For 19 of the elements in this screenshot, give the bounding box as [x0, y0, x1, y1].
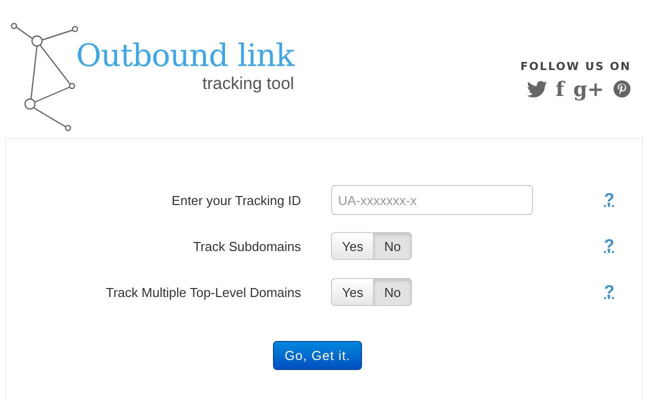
toggle-option[interactable]: No: [374, 278, 412, 306]
social-icon[interactable]: g+: [573, 79, 604, 99]
follow-heading: FOLLOW US ON: [520, 60, 631, 73]
toggle-option[interactable]: Yes: [331, 232, 374, 260]
social-icon[interactable]: f: [556, 79, 564, 99]
help-link[interactable]: ?: [604, 236, 614, 256]
pin-icon[interactable]: [613, 80, 631, 98]
field-label: Track Subdomains: [192, 238, 301, 254]
submit-button[interactable]: Go, Get it.: [272, 341, 362, 370]
help-link[interactable]: ?: [604, 282, 614, 302]
bird-icon[interactable]: [526, 80, 547, 98]
field-label: Enter your Tracking ID: [170, 192, 301, 208]
logo-subtitle: tracking tool: [202, 74, 294, 94]
toggle-option[interactable]: Yes: [331, 278, 374, 306]
field-label: Track Multiple Top-Level Domains: [104, 284, 301, 300]
toggle-option[interactable]: No: [374, 232, 412, 260]
help-link[interactable]: ?: [604, 190, 614, 210]
tracking-id-field[interactable]: UA-xxxxxxx-x: [331, 185, 533, 215]
logo-title: Outbound link: [76, 37, 294, 76]
